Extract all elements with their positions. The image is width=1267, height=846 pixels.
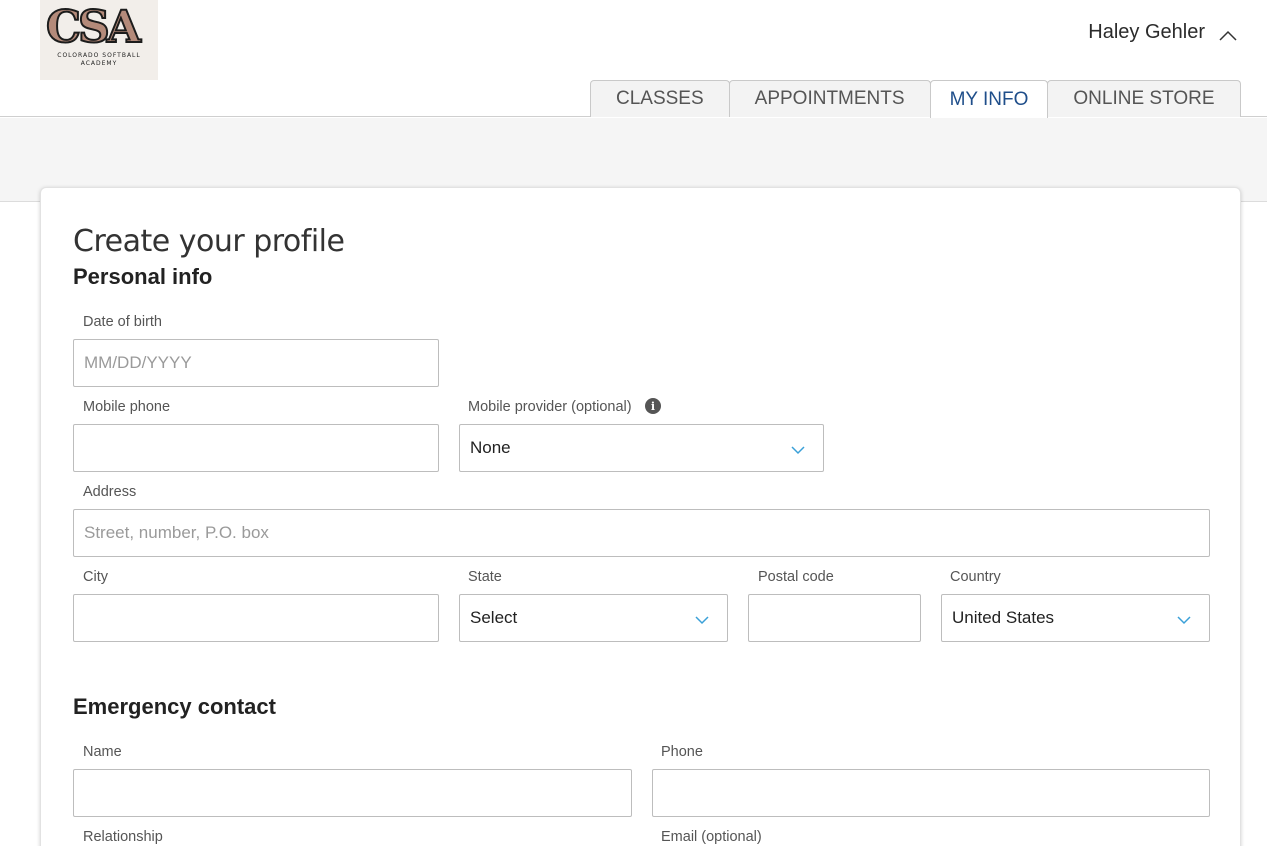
dob-placeholder: MM/DD/YYYY: [84, 353, 192, 372]
logo-line-1: COLORADO SOFTBALL: [57, 52, 141, 59]
mobile-provider-select[interactable]: None: [459, 424, 824, 472]
chevron-down-icon: [791, 442, 805, 456]
mobile-phone-input[interactable]: [73, 424, 439, 472]
state-select[interactable]: Select: [459, 594, 728, 642]
address-input[interactable]: Street, number, P.O. box: [73, 509, 1210, 557]
country-value: United States: [952, 608, 1055, 627]
emergency-phone-input[interactable]: [652, 769, 1210, 817]
user-menu[interactable]: Haley Gehler: [1088, 18, 1237, 46]
chevron-up-icon: [1219, 29, 1237, 41]
tab-classes[interactable]: CLASSES: [590, 80, 730, 117]
postal-code-input[interactable]: [748, 594, 921, 642]
dob-label: Date of birth: [83, 314, 162, 330]
city-label: City: [83, 569, 108, 585]
csa-logo[interactable]: CSA COLORADO SOFTBALL ACADEMY: [40, 0, 158, 80]
top-header: CSA COLORADO SOFTBALL ACADEMY Haley Gehl…: [0, 0, 1267, 118]
info-icon[interactable]: i: [645, 398, 661, 414]
emergency-name-label: Name: [83, 744, 122, 760]
address-label: Address: [83, 484, 137, 500]
tab-my-info[interactable]: MY INFO: [929, 80, 1049, 118]
state-label: State: [468, 569, 502, 585]
user-name: Haley Gehler: [1088, 20, 1205, 43]
emergency-contact-heading: Emergency contact: [73, 694, 276, 719]
address-placeholder: Street, number, P.O. box: [84, 523, 269, 542]
tab-appointments[interactable]: APPOINTMENTS: [728, 80, 931, 117]
chevron-down-icon: [1177, 612, 1191, 626]
emergency-phone-label: Phone: [661, 744, 703, 760]
personal-info-heading: Personal info: [73, 264, 213, 289]
city-input[interactable]: [73, 594, 439, 642]
tab-online-store[interactable]: ONLINE STORE: [1047, 80, 1241, 117]
mobile-phone-label: Mobile phone: [83, 399, 171, 415]
country-label: Country: [950, 569, 1001, 585]
country-select[interactable]: United States: [941, 594, 1210, 642]
state-value: Select: [470, 608, 518, 627]
emergency-name-input[interactable]: [73, 769, 632, 817]
emergency-email-label: Email (optional): [661, 829, 762, 845]
dob-input[interactable]: MM/DD/YYYY: [73, 339, 439, 387]
mobile-provider-value: None: [470, 438, 511, 457]
main-nav-tabs: CLASSES APPOINTMENTS MY INFO ONLINE STOR…: [590, 80, 1241, 118]
postal-code-label: Postal code: [758, 569, 834, 585]
logo-line-2: ACADEMY: [80, 60, 118, 67]
relationship-label: Relationship: [83, 829, 163, 845]
profile-form-card: Create your profile Personal info Date o…: [40, 187, 1241, 846]
logo-mark: CSA: [45, 2, 142, 53]
chevron-down-icon: [695, 612, 709, 626]
page-title: Create your profile: [73, 224, 345, 259]
mobile-provider-label: Mobile provider (optional): [468, 399, 632, 415]
